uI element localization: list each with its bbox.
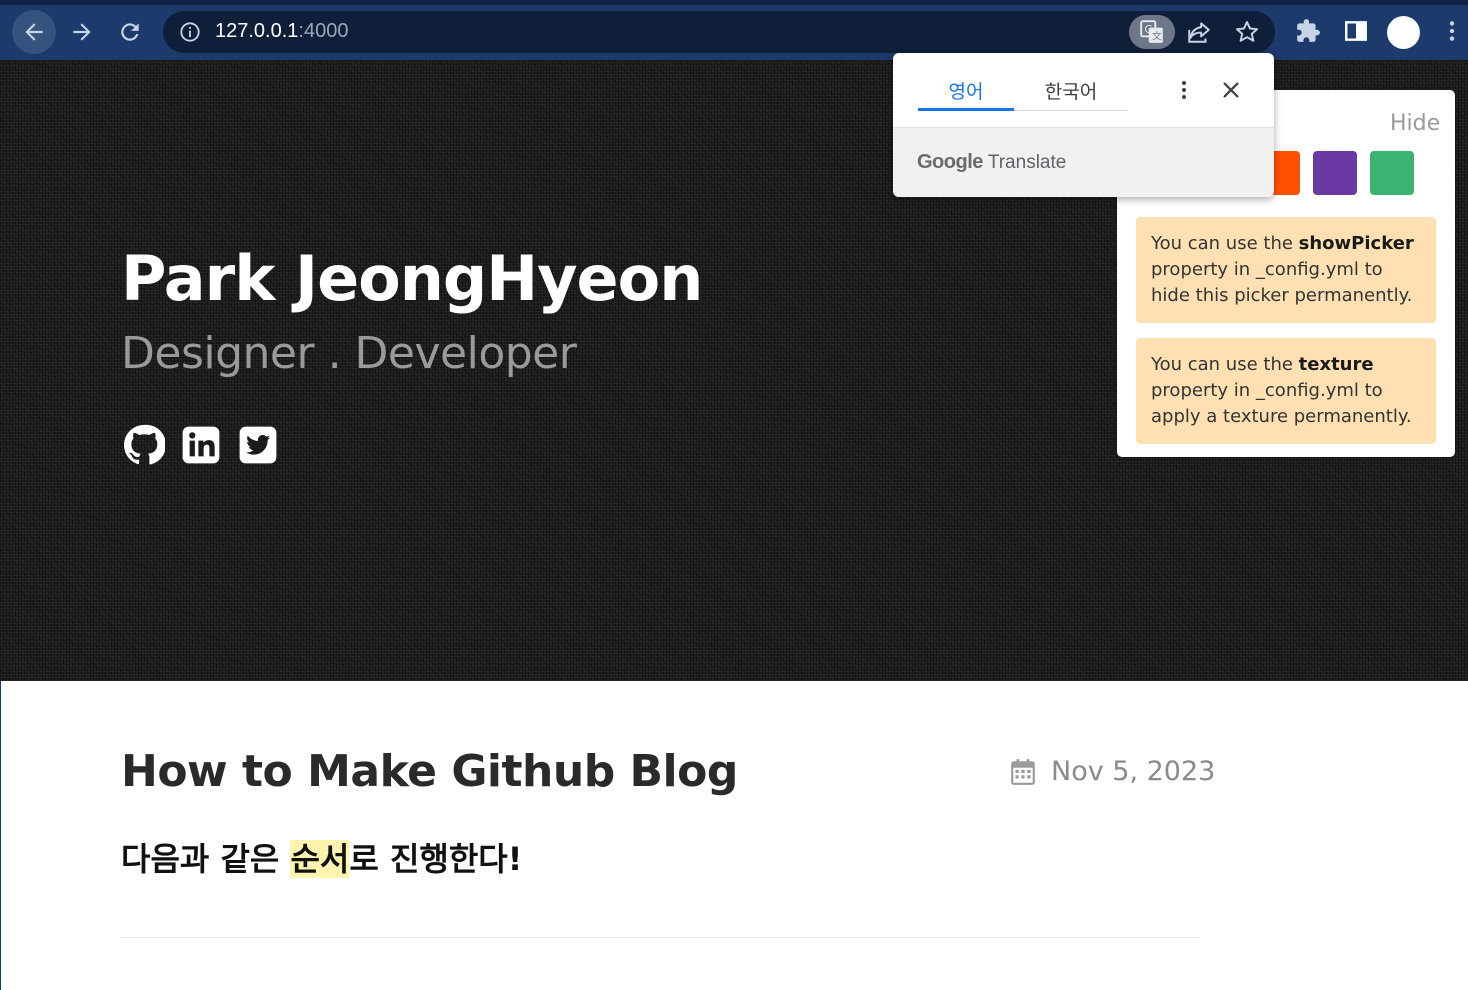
translate-wordmark: Translate (987, 152, 1067, 173)
side-panel-icon (1345, 21, 1367, 41)
google-wordmark: Google (917, 151, 983, 173)
color-swatch-purple[interactable] (1313, 151, 1357, 195)
translate-footer: Google Translate (893, 127, 1274, 197)
close-icon (1223, 82, 1239, 98)
post-divider (121, 937, 1200, 938)
linkedin-icon (182, 426, 220, 464)
extensions-button[interactable] (1293, 16, 1323, 46)
tip-text-prefix: You can use the (1151, 354, 1299, 375)
arrow-left-icon (25, 23, 43, 41)
arrow-right-icon (73, 23, 91, 41)
color-swatch-green[interactable] (1370, 151, 1414, 195)
picker-tip-showpicker: You can use the showPicker property in _… (1136, 217, 1436, 323)
excerpt-highlight: 순서 (290, 840, 350, 878)
translate-icon: G文 (1140, 20, 1163, 43)
tip-text-prefix: You can use the (1151, 233, 1299, 254)
twitter-link[interactable] (237, 424, 279, 466)
reload-icon (121, 23, 139, 41)
tab-strip (0, 0, 1468, 5)
url-host: 127.0.0.1 (215, 20, 299, 42)
author-subtitle: Designer . Developer (121, 328, 577, 379)
svg-text:文: 文 (1152, 30, 1162, 43)
tip-keyword: showPicker (1298, 233, 1414, 254)
twitter-icon (239, 426, 277, 464)
tab-source-language[interactable]: 영어 (918, 73, 1014, 111)
translate-popup: 영어 한국어 Google Translate (893, 53, 1274, 197)
linkedin-link[interactable] (180, 424, 222, 466)
browser-toolbar: 127.0.0.1:4000 G文 (0, 0, 1468, 60)
star-icon (1235, 21, 1259, 42)
share-icon (1188, 22, 1210, 43)
back-button[interactable] (12, 10, 56, 54)
picker-tip-texture: You can use the texture property in _con… (1136, 338, 1436, 444)
forward-button[interactable] (60, 10, 104, 54)
reload-button[interactable] (108, 10, 152, 54)
picker-hide-button[interactable]: Hide (1390, 111, 1440, 136)
info-icon[interactable] (179, 21, 201, 43)
side-panel-button[interactable] (1341, 16, 1371, 46)
profile-avatar[interactable] (1387, 16, 1420, 49)
share-button[interactable] (1185, 18, 1213, 46)
more-vertical-icon (1449, 21, 1455, 41)
address-bar[interactable]: 127.0.0.1:4000 G文 (163, 11, 1275, 53)
excerpt-text-after: 로 진행한다! (349, 840, 523, 878)
translate-close-button[interactable] (1216, 75, 1246, 105)
url-text[interactable]: 127.0.0.1:4000 (215, 20, 348, 43)
browser-menu-button[interactable] (1437, 16, 1467, 46)
tip-text-suffix: property in _config.yml to hide this pic… (1151, 259, 1413, 306)
puzzle-icon (1297, 19, 1320, 42)
url-port: :4000 (298, 20, 349, 42)
page-edge (0, 681, 1, 990)
tip-keyword: texture (1298, 354, 1374, 375)
translate-page-button[interactable]: G文 (1129, 15, 1175, 49)
post-title-link[interactable]: How to Make Github Blog (121, 746, 738, 797)
post-excerpt: 다음과 같은 순서로 진행한다! (121, 834, 522, 880)
author-name: Park JeongHyeon (121, 242, 703, 315)
tab-target-language[interactable]: 한국어 (1014, 73, 1128, 111)
github-icon (123, 424, 167, 465)
tip-text-suffix: property in _config.yml to apply a textu… (1151, 380, 1412, 427)
github-link[interactable] (123, 424, 167, 466)
translate-options-button[interactable] (1169, 75, 1199, 105)
more-vertical-icon (1182, 81, 1186, 99)
excerpt-text-before: 다음과 같은 (121, 840, 291, 878)
post-date: Nov 5, 2023 (1051, 756, 1216, 787)
google-translate-brand: Google Translate (917, 151, 1066, 174)
calendar-icon (1011, 759, 1035, 785)
bookmark-button[interactable] (1233, 18, 1261, 46)
